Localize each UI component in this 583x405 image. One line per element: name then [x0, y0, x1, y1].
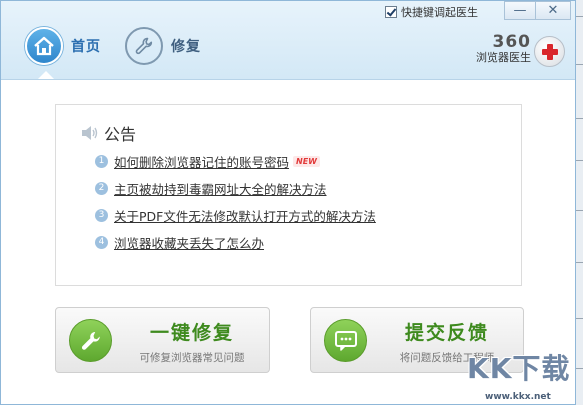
item-number: 4: [95, 235, 108, 249]
repair-subtitle: 可修复浏览器常见问题: [139, 352, 245, 364]
watermark-logo: KK下载: [467, 352, 571, 385]
app-window: 首页 修复 快捷键调起医生 — ✕ 360 浏览器医生 公告 1 如何删除浏览器…: [0, 0, 576, 405]
tab-repair-label: 修复: [171, 39, 201, 55]
wrench-icon: [125, 27, 163, 65]
shortcut-label: 快捷键调起医生: [401, 6, 478, 19]
tab-repair[interactable]: 修复: [125, 25, 201, 67]
tab-home[interactable]: 首页: [25, 25, 101, 67]
list-item: 2 主页被劫持到毒霸网址大全的解决方法: [95, 177, 376, 199]
brand-name: 浏览器医生: [476, 51, 531, 64]
item-number: 3: [95, 208, 108, 222]
notice-header: 公告: [80, 121, 136, 145]
watermark-url: www.kkx.net: [485, 392, 551, 402]
shortcut-toggle[interactable]: 快捷键调起医生: [385, 3, 478, 21]
shortcut-checkbox[interactable]: [385, 6, 397, 18]
watermark: KK下载 www.kkx.net: [441, 331, 575, 404]
one-click-repair-button[interactable]: 一键修复 可修复浏览器常见问题: [55, 307, 270, 373]
notice-link[interactable]: 关于PDF文件无法修改默认打开方式的解决方法: [114, 206, 376, 225]
tab-home-label: 首页: [71, 39, 101, 55]
item-number: 2: [95, 181, 108, 195]
list-item: 4 浏览器收藏夹丢失了怎么办: [95, 231, 376, 253]
home-icon: [25, 27, 63, 65]
notice-list: 1 如何删除浏览器记住的账号密码 NEW 2 主页被劫持到毒霸网址大全的解决方法…: [95, 150, 376, 258]
header-bar: 首页 修复 快捷键调起医生 — ✕ 360 浏览器医生: [1, 1, 575, 80]
item-number: 1: [95, 154, 108, 168]
notice-panel: 公告 1 如何删除浏览器记住的账号密码 NEW 2 主页被劫持到毒霸网址大全的解…: [55, 104, 522, 286]
notice-link[interactable]: 浏览器收藏夹丢失了怎么办: [114, 233, 264, 252]
speaker-icon: [82, 126, 98, 140]
notice-title: 公告: [104, 125, 137, 144]
new-badge: NEW: [293, 155, 320, 167]
notice-link[interactable]: 如何删除浏览器记住的账号密码: [114, 152, 289, 171]
notice-link[interactable]: 主页被劫持到毒霸网址大全的解决方法: [114, 179, 327, 198]
list-item: 1 如何删除浏览器记住的账号密码 NEW: [95, 150, 376, 172]
brand-block: 360 浏览器医生: [467, 33, 531, 65]
window-controls: — ✕: [504, 1, 571, 20]
list-item: 3 关于PDF文件无法修改默认打开方式的解决方法: [95, 204, 376, 226]
close-button[interactable]: ✕: [535, 1, 571, 20]
chat-bubble-icon: [324, 319, 367, 362]
repair-title: 一键修复: [149, 322, 234, 344]
wrench-icon: [69, 319, 112, 362]
background-window-edge: [576, 0, 583, 405]
brand-number: 360: [492, 32, 531, 52]
red-cross-logo-icon: [534, 36, 565, 67]
minimize-button[interactable]: —: [504, 1, 536, 20]
active-tab-pointer: [38, 71, 54, 79]
